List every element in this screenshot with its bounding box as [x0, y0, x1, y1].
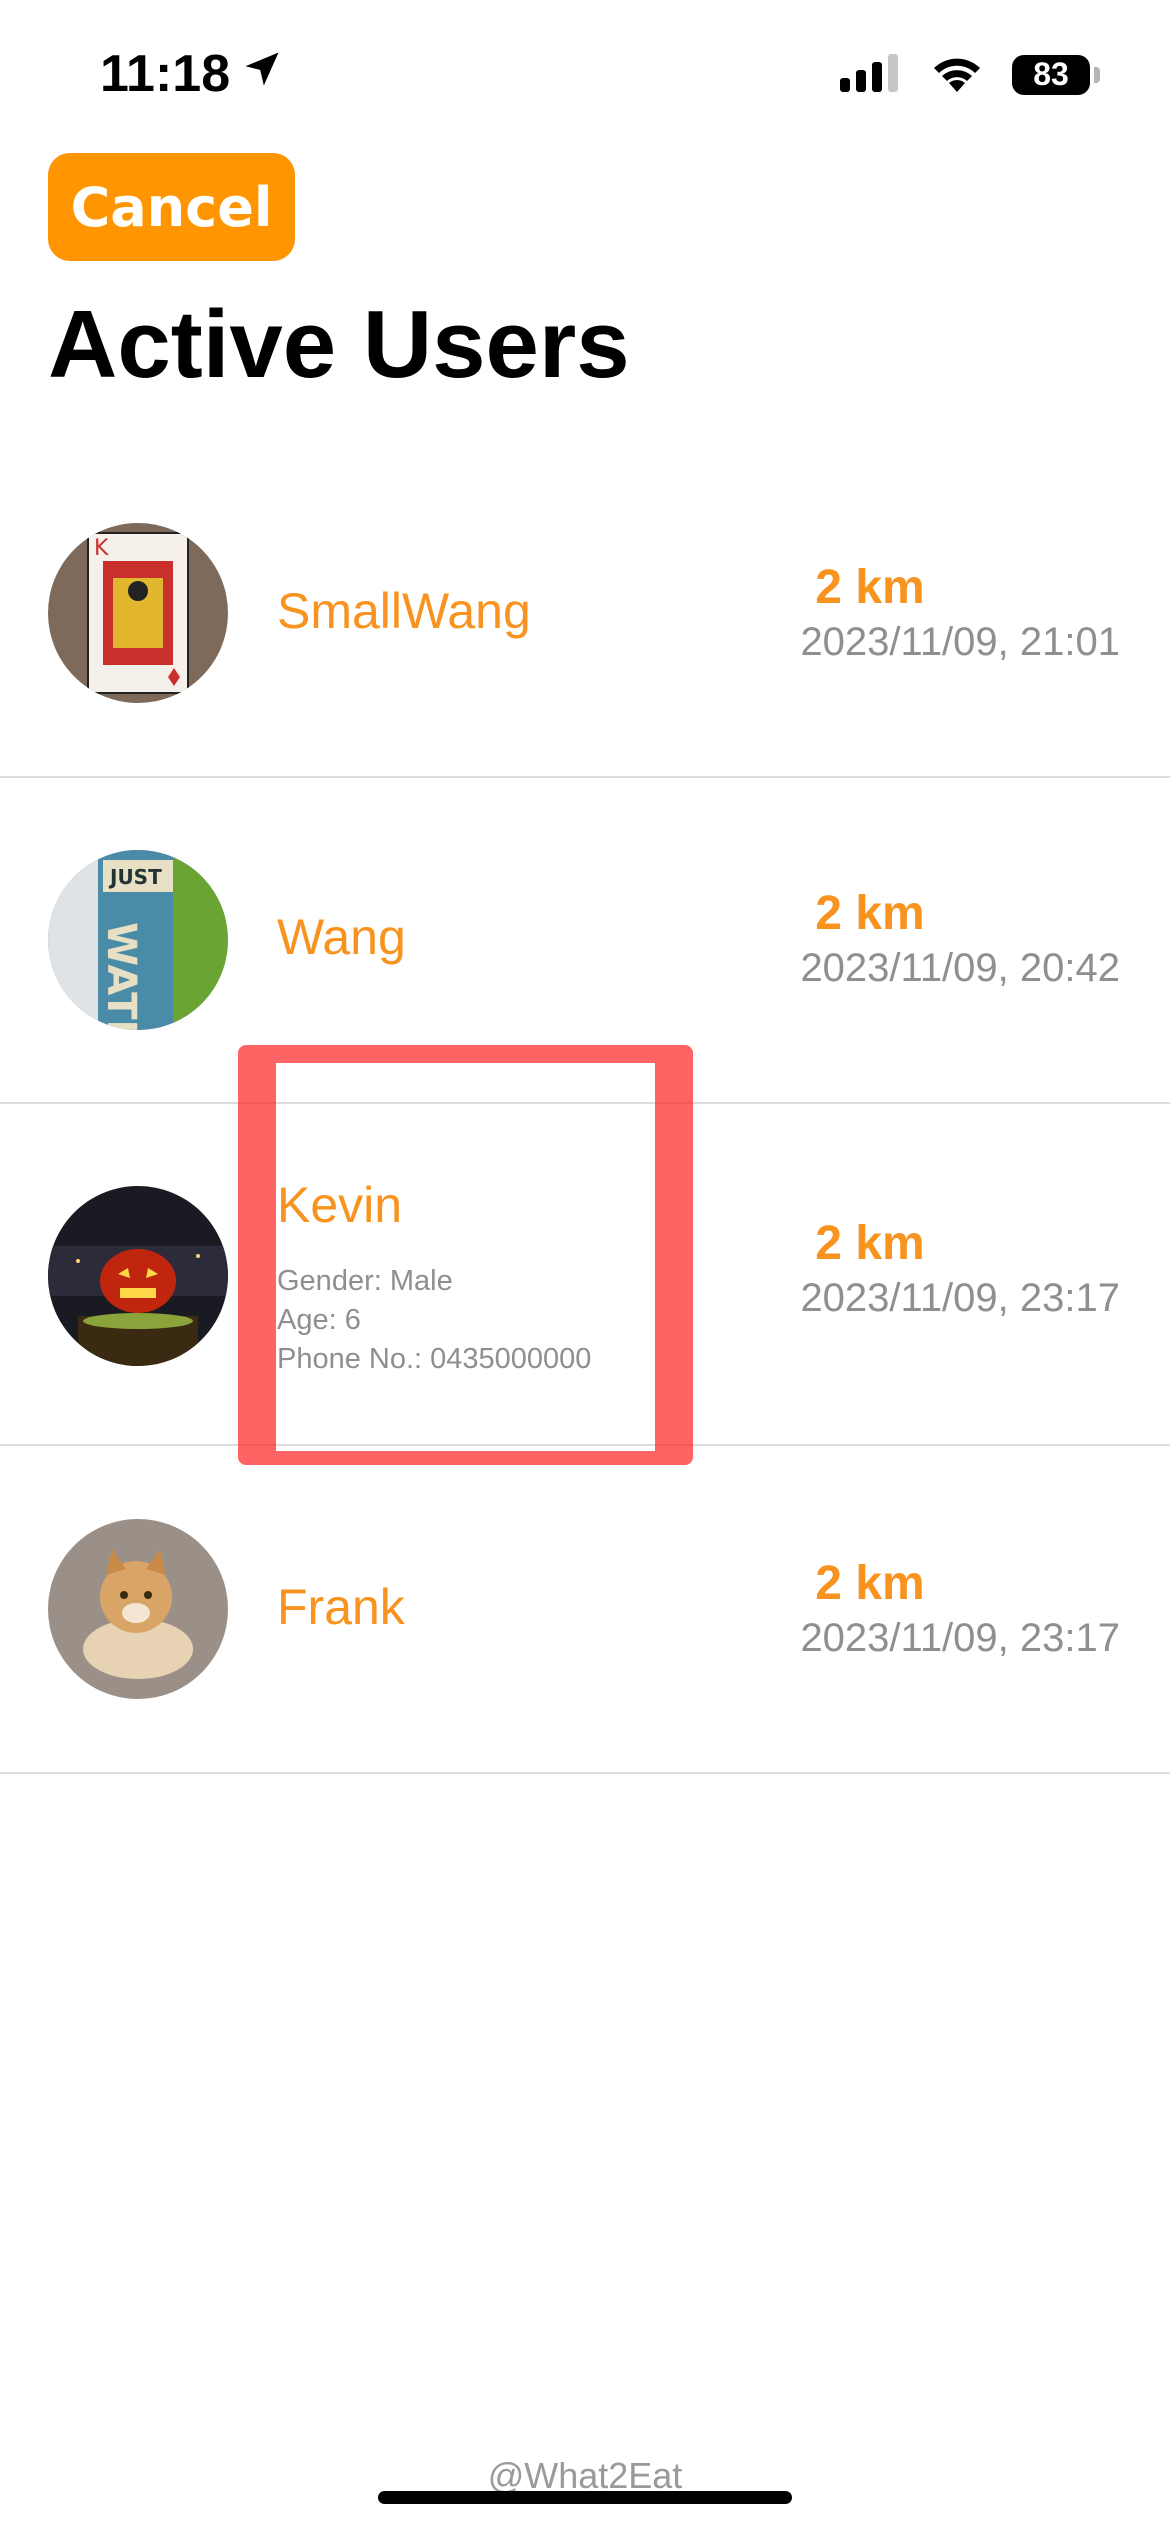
- timestamp-label: 2023/11/09, 20:42: [800, 946, 1120, 990]
- battery-cap: [1094, 66, 1100, 83]
- user-name: Wang: [277, 909, 406, 965]
- user-name: SmallWang: [277, 583, 531, 639]
- distance-label: 2 km: [815, 1557, 925, 1610]
- page-title: Active Users: [48, 291, 630, 398]
- wifi-icon: [930, 52, 984, 97]
- avatar: [48, 1519, 228, 1699]
- home-indicator[interactable]: [378, 2491, 792, 2504]
- avatar: K: [48, 523, 228, 703]
- location-arrow-icon: [240, 44, 284, 104]
- avatar: [48, 1186, 228, 1366]
- screen: 11:18 83 Cancel Active Users K SmallWang…: [0, 0, 1170, 2532]
- list-item[interactable]: K SmallWang 2 km 2023/11/09, 21:01: [0, 450, 1170, 778]
- battery-level: 83: [1033, 56, 1069, 92]
- highlight-annotation-box: [238, 1045, 693, 1465]
- user-name: Frank: [277, 1579, 405, 1635]
- distance-label: 2 km: [815, 1217, 925, 1270]
- cancel-button[interactable]: Cancel: [48, 153, 295, 261]
- status-time-group: 11:18: [100, 44, 284, 104]
- status-icons: 83: [840, 52, 1100, 97]
- avatar: JUST WATER: [48, 850, 228, 1030]
- status-bar: 11:18 83: [0, 0, 1170, 150]
- cellular-signal-icon: [840, 52, 902, 97]
- timestamp-label: 2023/11/09, 23:17: [800, 1616, 1120, 1660]
- timestamp-label: 2023/11/09, 23:17: [800, 1276, 1120, 1320]
- status-time: 11:18: [100, 45, 231, 103]
- svg-text:JUST: JUST: [108, 865, 162, 889]
- distance-label: 2 km: [815, 887, 925, 940]
- list-item[interactable]: Frank 2 km 2023/11/09, 23:17: [0, 1446, 1170, 1774]
- battery-icon: 83: [1012, 54, 1100, 95]
- distance-label: 2 km: [815, 561, 925, 614]
- svg-text:WATER: WATER: [98, 922, 144, 1030]
- timestamp-label: 2023/11/09, 21:01: [800, 620, 1120, 664]
- svg-text:K: K: [94, 536, 109, 561]
